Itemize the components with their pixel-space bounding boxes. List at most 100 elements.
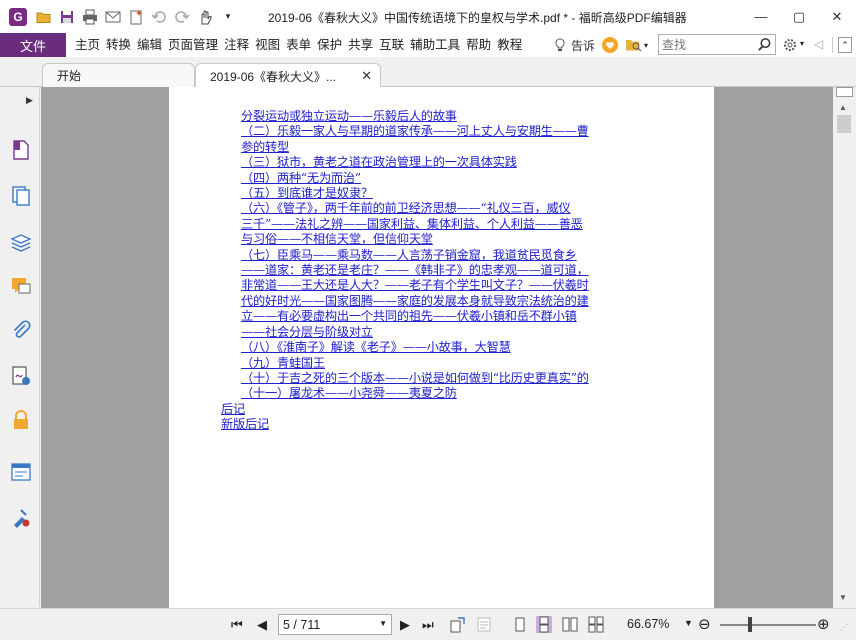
continuous-facing-view-icon[interactable] (588, 616, 604, 633)
toc-link[interactable]: （九）青蛙国王 (221, 356, 627, 371)
toc-link[interactable]: 后记 (221, 402, 627, 417)
settings-dropdown-icon[interactable]: ▾ (800, 39, 804, 48)
close-button[interactable]: ✕ (818, 0, 856, 33)
back-icon[interactable]: ◁ (814, 37, 823, 51)
menu-item-view[interactable]: 视图 (252, 33, 283, 57)
status-bar: ⏮ ◀ 5 / 711 ▼ ▶ ⏭ 66.67% ▼ ⊖ ⊕ ⋰ (0, 608, 856, 640)
new-icon[interactable] (127, 8, 145, 26)
menu-item-tutorial[interactable]: 教程 (494, 33, 525, 57)
toc-link[interactable]: （十一）屠龙术——小尧舜——夷夏之防 (221, 386, 627, 401)
toc-link[interactable]: 分裂运动或独立运动——乐毅后人的故事 (221, 109, 627, 124)
search-input[interactable] (659, 35, 755, 54)
scroll-thumb[interactable] (837, 115, 851, 133)
scroll-up-icon[interactable]: ▲ (839, 103, 847, 112)
single-page-view-icon[interactable] (512, 616, 528, 633)
collapse-ribbon-icon[interactable]: ⌃ (838, 37, 852, 53)
email-icon[interactable] (104, 8, 122, 26)
toc-link[interactable]: （二）乐毅一家人与早期的道家传承——河上丈人与安期生——曹 (221, 124, 627, 139)
page-number-field[interactable]: 5 / 711 ▼ (278, 614, 392, 635)
first-page-icon[interactable]: ⏮ (231, 617, 243, 633)
next-page-icon[interactable]: ▶ (400, 617, 410, 633)
zoom-slider-track[interactable] (720, 624, 816, 626)
certificate-icon[interactable] (10, 507, 32, 529)
minimize-button[interactable]: — (742, 0, 780, 33)
toc-link[interactable]: （七）臣乘马——乘马数——人言荡子销金窟，我道贫民觅食乡 (221, 248, 627, 263)
maximize-button[interactable]: ▢ (780, 0, 818, 33)
heart-icon[interactable] (601, 36, 619, 54)
search-dropdown-icon[interactable]: ▾ (644, 41, 648, 50)
menu-item-comment[interactable]: 注释 (221, 33, 252, 57)
toc-link[interactable]: 非常道——王大还是人大？——老子有个学生叫文子？——伏羲时 (221, 278, 627, 293)
previous-page-icon[interactable]: ◀ (257, 617, 267, 633)
zoom-dropdown-icon[interactable]: ▼ (684, 618, 693, 628)
toc-link[interactable]: 代的好时光——国家图腾——家庭的发展本身就导致宗法统治的建 (221, 294, 627, 309)
tab-document[interactable]: 2019-06《春秋大义》... ✕ (195, 63, 381, 88)
menu-item-home[interactable]: 主页 (72, 33, 103, 57)
tab-close-icon[interactable]: ✕ (361, 68, 372, 84)
zoom-out-icon[interactable]: ⊖ (698, 615, 711, 633)
document-view[interactable]: 分裂运动或独立运动——乐毅后人的故事 （二）乐毅一家人与早期的道家传承——河上丈人… (41, 87, 833, 608)
app-logo-icon[interactable]: G (9, 7, 27, 26)
toc-link[interactable]: （四）两种“无为而治” (221, 171, 627, 186)
menu-items: 主页 转换 编辑 页面管理 注释 视图 表单 保护 共享 互联 辅助工具 帮助 … (72, 33, 525, 57)
reflow-view-icon[interactable] (476, 616, 492, 633)
toc-link[interactable]: （六）《管子》，两千年前的前卫经济思想——“礼仪三百，威仪 (221, 201, 627, 216)
page-thumbnails-icon[interactable] (10, 185, 32, 207)
search-folder-icon[interactable] (625, 37, 643, 53)
rotate-view-icon[interactable] (450, 616, 466, 633)
vertical-scrollbar[interactable]: ▲ ▼ (833, 87, 856, 608)
tab-start[interactable]: 开始 (42, 63, 195, 87)
signature-icon[interactable] (10, 365, 32, 387)
open-folder-icon[interactable] (35, 8, 53, 26)
bookmark-icon[interactable] (10, 139, 32, 161)
file-menu-button[interactable]: 文件 (0, 33, 66, 57)
form-fields-icon[interactable] (10, 461, 32, 483)
security-lock-icon[interactable] (10, 409, 32, 431)
facing-view-icon[interactable] (562, 616, 578, 633)
customize-toolbar-icon[interactable]: ▾ (219, 8, 237, 26)
hand-tool-icon[interactable] (196, 8, 214, 26)
menu-item-form[interactable]: 表单 (283, 33, 314, 57)
menu-item-protect[interactable]: 保护 (314, 33, 345, 57)
toc-link[interactable]: 三千”——法礼之辨——国家利益、集体利益、个人利益——善恶 (221, 217, 627, 232)
menubar-right: 告诉 ▾ (552, 33, 648, 57)
toc-link[interactable]: （八）《淮南子》解读《老子》——小故事，大智慧 (221, 340, 627, 355)
toc-link[interactable]: ——社会分层与阶级对立 (221, 325, 627, 340)
layers-icon[interactable] (10, 231, 32, 253)
toc-link[interactable]: ——道家：黄老还是老庄？——《韩非子》的忠孝观——道可道， (221, 263, 627, 278)
menu-item-edit[interactable]: 编辑 (134, 33, 165, 57)
undo-icon[interactable] (150, 8, 168, 26)
page-dropdown-icon[interactable]: ▼ (379, 619, 387, 628)
menu-item-convert[interactable]: 转换 (103, 33, 134, 57)
split-handle[interactable] (836, 87, 853, 97)
toc-link[interactable]: 立——有必要虚构出一个共同的祖先——伏羲小镇和岳不群小镇 (221, 309, 627, 324)
search-icon[interactable] (755, 36, 773, 54)
zoom-slider-thumb[interactable] (748, 617, 752, 632)
expand-panel-icon[interactable]: ▶ (26, 95, 33, 106)
save-icon[interactable] (58, 8, 76, 26)
tell-me-label[interactable]: 告诉 (571, 37, 595, 54)
menu-item-accessibility[interactable]: 辅助工具 (407, 33, 463, 57)
menu-item-share[interactable]: 共享 (345, 33, 376, 57)
menu-item-page-management[interactable]: 页面管理 (165, 33, 221, 57)
menu-item-help[interactable]: 帮助 (463, 33, 494, 57)
redo-icon[interactable] (173, 8, 191, 26)
toc-link[interactable]: 参的转型 (221, 140, 627, 155)
comments-icon[interactable] (10, 275, 32, 297)
toc-link[interactable]: 与习俗——不相信天堂，但信仰天堂 (221, 232, 627, 247)
print-icon[interactable] (81, 8, 99, 26)
toc-link[interactable]: （三）狱市，黄老之道在政治管理上的一次具体实践 (221, 155, 627, 170)
pdf-page: 分裂运动或独立运动——乐毅后人的故事 （二）乐毅一家人与早期的道家传承——河上丈人… (169, 87, 714, 608)
menu-item-connect[interactable]: 互联 (376, 33, 407, 57)
continuous-view-icon[interactable] (536, 616, 552, 633)
settings-icon[interactable] (782, 37, 798, 53)
zoom-level[interactable]: 66.67% (627, 617, 669, 631)
last-page-icon[interactable]: ⏭ (422, 617, 434, 633)
scroll-down-icon[interactable]: ▼ (839, 593, 847, 602)
zoom-in-icon[interactable]: ⊕ (817, 615, 830, 633)
attachment-icon[interactable] (10, 319, 32, 341)
resize-grip-icon[interactable]: ⋰ (840, 623, 848, 632)
toc-link[interactable]: （十）于吉之死的三个版本——小说是如何做到“比历史更真实”的 (221, 371, 627, 386)
toc-link[interactable]: 新版后记 (221, 417, 627, 432)
toc-link[interactable]: （五）到底谁才是奴隶？ (221, 186, 627, 201)
